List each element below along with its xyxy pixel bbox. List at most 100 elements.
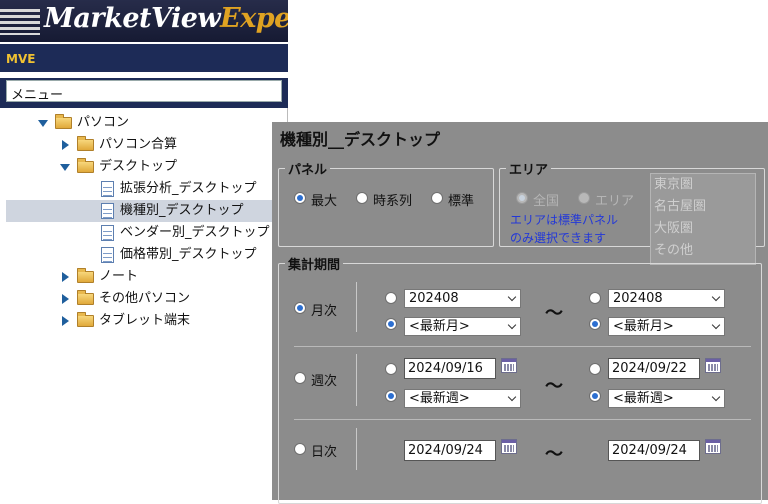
tree-item-pc-total[interactable]: パソコン合算: [0, 134, 287, 156]
tree-item-by-model[interactable]: 機種別_デスクトップ: [6, 200, 272, 222]
tree-item-label: ノート: [99, 269, 139, 284]
area-note-line: エリアは標準パネル: [510, 213, 619, 227]
monthly-to-month-radio[interactable]: [589, 292, 601, 304]
panel-type-legend: パネル: [288, 163, 328, 178]
divider: [294, 346, 751, 347]
tree-item-by-vendor[interactable]: ベンダー別_デスクトップ: [0, 222, 287, 244]
document-icon: [101, 225, 114, 241]
period-weekly-label: 週次: [311, 374, 338, 389]
calendar-icon[interactable]: [705, 439, 721, 454]
weekly-from-date-input[interactable]: 2024/09/16: [404, 358, 496, 379]
tree-item-label: 拡張分析_デスクトップ: [120, 181, 257, 196]
weekly-from-date-radio[interactable]: [385, 363, 397, 375]
monthly-to-latest-radio[interactable]: [589, 318, 601, 330]
chevron-right-icon[interactable]: [62, 140, 69, 150]
monthly-to-month-select[interactable]: 202408: [608, 289, 725, 308]
monthly-to-latest-select[interactable]: <最新月>: [608, 317, 725, 336]
range-tilde: 〜: [545, 444, 563, 465]
logo-stripes-icon: [0, 9, 40, 35]
area-note-line: のみ選択できます: [510, 231, 607, 245]
area-listbox[interactable]: 東京圏 名古屋圏 大阪圏 その他: [650, 173, 756, 265]
monthly-from-latest-select[interactable]: <最新月>: [404, 317, 521, 336]
tree-item-tablet[interactable]: タブレット端末: [0, 310, 287, 332]
document-icon: [101, 247, 114, 263]
chevron-down-icon: [711, 320, 721, 330]
period-legend: 集計期間: [288, 258, 341, 273]
daily-from-date-input[interactable]: 2024/09/24: [404, 440, 496, 461]
calendar-icon[interactable]: [501, 358, 517, 373]
daily-to-date-input[interactable]: 2024/09/24: [608, 440, 700, 461]
logo-banner: MarketViewExper: [0, 0, 288, 42]
range-tilde: 〜: [545, 303, 563, 324]
tree-item-other-pc[interactable]: その他パソコン: [0, 288, 287, 310]
chevron-right-icon[interactable]: [62, 316, 69, 326]
area-option[interactable]: 名古屋圏: [651, 196, 755, 218]
panel-timeseries-radio[interactable]: [356, 192, 368, 204]
divider: [356, 428, 357, 470]
document-icon: [101, 181, 114, 197]
area-option[interactable]: 大阪圏: [651, 218, 755, 240]
panel-title: 機種別__デスクトップ: [280, 130, 441, 149]
period-daily-label: 日次: [311, 445, 338, 460]
settings-panel: 機種別__デスクトップ パネル 最大 時系列 標準 エリア 全国 エリア エリア…: [272, 122, 768, 504]
chevron-down-icon: [507, 320, 517, 330]
area-region-radio[interactable]: [578, 192, 590, 204]
folder-icon: [77, 290, 94, 305]
tree-item-label: デスクトップ: [99, 159, 178, 174]
tree-item-label: 機種別_デスクトップ: [120, 203, 244, 218]
period-weekly-radio[interactable]: [294, 372, 306, 384]
panel-max-radio[interactable]: [294, 192, 306, 204]
tree-item-extended-analysis[interactable]: 拡張分析_デスクトップ: [0, 178, 287, 200]
monthly-from-month-radio[interactable]: [385, 292, 397, 304]
weekly-to-date-input[interactable]: 2024/09/22: [608, 358, 700, 379]
chevron-down-icon[interactable]: [60, 164, 70, 171]
weekly-to-latest-radio[interactable]: [589, 390, 601, 402]
area-nationwide-label: 全国: [533, 194, 560, 209]
area-region-label: エリア: [595, 194, 635, 209]
chevron-down-icon: [711, 292, 721, 302]
divider: [294, 419, 751, 420]
area-option[interactable]: 東京圏: [651, 174, 755, 196]
tree-item-notebook[interactable]: ノート: [0, 266, 287, 288]
tree-item-label: パソコン: [77, 115, 130, 130]
tree-item-label: その他パソコン: [99, 291, 191, 306]
app-subtitle: MVE: [0, 44, 288, 72]
period-monthly-radio[interactable]: [294, 302, 306, 314]
menu-header: メニュー: [0, 78, 288, 108]
chevron-down-icon: [711, 392, 721, 402]
menu-tree: パソコン パソコン合算 デスクトップ 拡張分析_デスクトップ 機種別_デスクトッ…: [0, 108, 288, 332]
tree-item-label: パソコン合算: [99, 137, 178, 152]
folder-open-icon: [77, 158, 94, 173]
menu-header-label: メニュー: [6, 80, 282, 103]
panel-standard-label: 標準: [448, 194, 475, 209]
folder-open-icon: [55, 114, 72, 129]
weekly-to-date-radio[interactable]: [589, 363, 601, 375]
area-nationwide-radio[interactable]: [516, 192, 528, 204]
range-tilde: 〜: [545, 376, 563, 397]
calendar-icon[interactable]: [705, 358, 721, 373]
tree-item-desktop[interactable]: デスクトップ: [0, 156, 287, 178]
panel-timeseries-label: 時系列: [373, 194, 413, 209]
tree-item-pc[interactable]: パソコン: [0, 112, 287, 134]
chevron-down-icon: [507, 292, 517, 302]
folder-icon: [77, 136, 94, 151]
area-note: エリアは標準パネル のみ選択できます: [510, 211, 618, 247]
divider: [356, 282, 357, 332]
weekly-from-latest-select[interactable]: <最新週>: [404, 389, 521, 408]
chevron-right-icon[interactable]: [62, 272, 69, 282]
weekly-from-latest-radio[interactable]: [385, 390, 397, 402]
logo-text: MarketViewExper: [44, 3, 288, 34]
area-legend: エリア: [509, 163, 549, 178]
weekly-to-latest-select[interactable]: <最新週>: [608, 389, 725, 408]
divider: [356, 354, 357, 406]
chevron-down-icon[interactable]: [38, 120, 48, 127]
calendar-icon[interactable]: [501, 439, 517, 454]
panel-standard-radio[interactable]: [431, 192, 443, 204]
period-daily-radio[interactable]: [294, 443, 306, 455]
monthly-from-month-select[interactable]: 202408: [404, 289, 521, 308]
tree-item-by-price[interactable]: 価格帯別_デスクトップ: [0, 244, 287, 266]
monthly-from-latest-radio[interactable]: [385, 318, 397, 330]
tree-item-label: 価格帯別_デスクトップ: [120, 247, 257, 262]
tree-item-label: タブレット端末: [99, 313, 191, 328]
chevron-right-icon[interactable]: [62, 294, 69, 304]
